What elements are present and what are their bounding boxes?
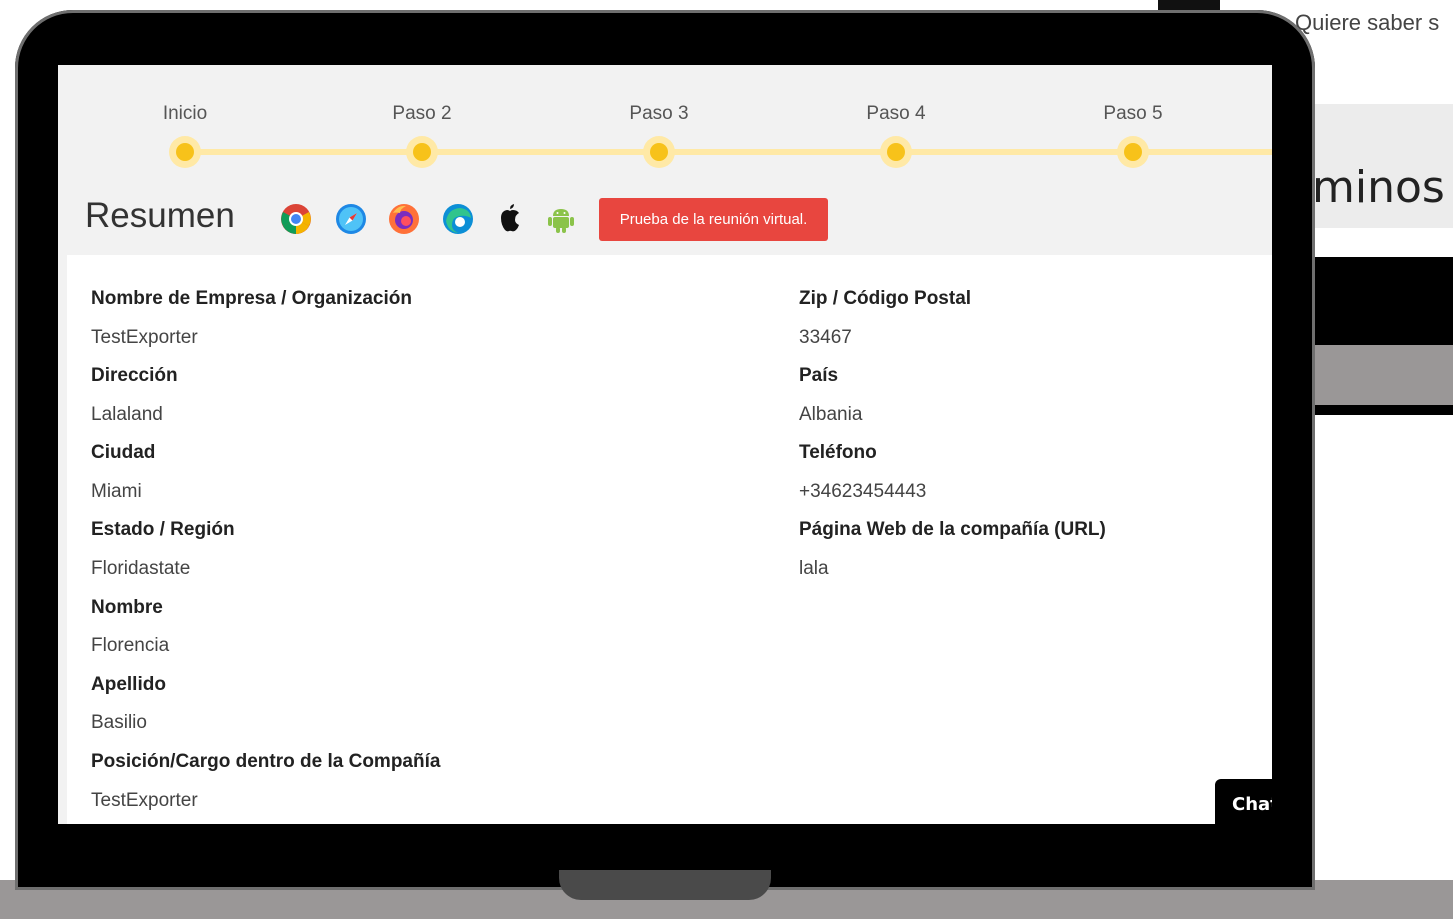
chrome-icon <box>281 204 311 234</box>
field-label: Teléfono <box>799 442 877 463</box>
field-label: País <box>799 365 839 386</box>
field-value: Basilio <box>91 712 147 733</box>
summary-panel: Nombre de Empresa / Organización TestExp… <box>67 255 1272 824</box>
field-label: Dirección <box>91 365 178 386</box>
step-dot <box>413 143 431 161</box>
field-label: Zip / Código Postal <box>799 288 972 309</box>
android-icon <box>548 209 574 233</box>
step-inicio[interactable]: Inicio <box>125 103 245 161</box>
laptop-notch <box>559 870 771 900</box>
background-black-bar <box>1310 257 1453 345</box>
chat-button[interactable]: Chat <box>1215 779 1272 824</box>
field-label: Página Web de la compañía (URL) <box>799 519 1106 540</box>
field-value: Florencia <box>91 635 170 656</box>
background-side-text: Quiere saber s <box>1295 10 1440 35</box>
field-value: Lalaland <box>91 404 163 425</box>
firefox-icon <box>389 204 419 234</box>
step-paso-5[interactable]: Paso 5 <box>1073 103 1193 161</box>
virtual-meeting-test-button[interactable]: Prueba de la reunión virtual. <box>599 198 828 241</box>
field-label: Nombre de Empresa / Organización <box>91 288 412 309</box>
background-heading-fragment: minos <box>1312 162 1445 213</box>
step-label: Paso 3 <box>629 103 689 124</box>
step-label: Inicio <box>162 103 208 124</box>
field-value: Miami <box>91 481 142 502</box>
step-paso-4[interactable]: Paso 4 <box>836 103 956 161</box>
step-label: Paso 5 <box>1103 103 1163 124</box>
step-paso-2[interactable]: Paso 2 <box>362 103 482 161</box>
progress-stepper: Inicio Paso 2 Paso 3 Paso 4 Paso 5 <box>58 65 1272 185</box>
background-black-line <box>1310 405 1453 415</box>
step-dot <box>176 143 194 161</box>
field-value: lala <box>799 558 829 579</box>
field-label: Estado / Región <box>91 519 235 540</box>
field-label: Nombre <box>91 597 163 618</box>
field-label: Ciudad <box>91 442 156 463</box>
field-value: TestExporter <box>91 790 198 811</box>
step-dot <box>887 143 905 161</box>
step-paso-3[interactable]: Paso 3 <box>599 103 719 161</box>
edge-icon <box>443 204 473 234</box>
step-label: Paso 4 <box>866 103 926 124</box>
laptop-screen: Inicio Paso 2 Paso 3 Paso 4 Paso 5 Resum… <box>58 65 1272 824</box>
field-value: 33467 <box>799 327 852 348</box>
page-title: Resumen <box>85 196 235 235</box>
apple-icon <box>501 204 519 232</box>
step-dot <box>650 143 668 161</box>
field-label: Posición/Cargo dentro de la Compañía <box>91 751 441 772</box>
safari-icon <box>336 204 366 234</box>
field-value: TestExporter <box>91 327 198 348</box>
field-value: +34623454443 <box>799 481 927 502</box>
field-value: Albania <box>799 404 863 425</box>
step-label: Paso 2 <box>392 103 452 124</box>
field-label: Apellido <box>91 674 166 695</box>
field-value: Floridastate <box>91 558 191 579</box>
background-gray-bar <box>1310 345 1453 405</box>
step-dot <box>1124 143 1142 161</box>
